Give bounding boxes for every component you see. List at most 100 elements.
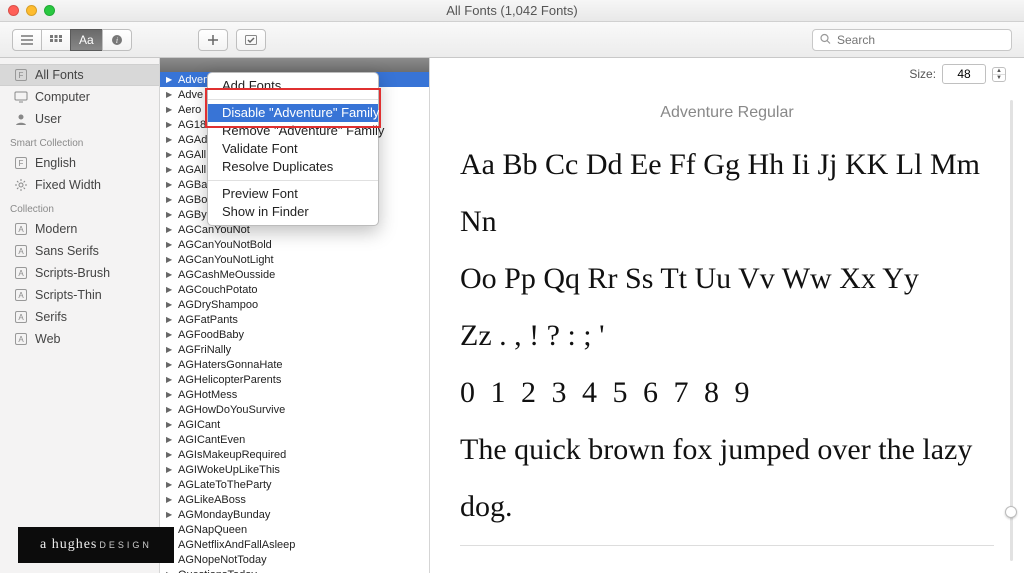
size-stepper[interactable]: ▲ ▼ (992, 67, 1006, 82)
slider-thumb[interactable] (1005, 506, 1017, 518)
menu-item-show-in-finder[interactable]: Show in Finder (208, 203, 378, 221)
menu-item-add-fonts[interactable]: Add Fonts... (208, 77, 378, 95)
sidebar-item-scripts-brush[interactable]: AScripts-Brush (0, 262, 159, 284)
disclosure-icon: ▶ (166, 510, 172, 519)
search-icon (820, 32, 831, 47)
font-row[interactable]: ▶AGNapQueen (160, 522, 429, 537)
plus-icon (208, 35, 218, 45)
add-button[interactable] (198, 29, 228, 51)
context-menu: Add Fonts...Disable "Adventure" FamilyRe… (207, 72, 379, 226)
view-sample-button[interactable]: Aa (70, 29, 103, 51)
font-row[interactable]: ▶AGFriNally (160, 342, 429, 357)
font-row[interactable]: ▶ AGLateToTheParty (160, 477, 429, 492)
font-row[interactable]: ▶ AGFoodBaby (160, 327, 429, 342)
sidebar-item-scripts-thin[interactable]: AScripts-Thin (0, 284, 159, 306)
font-name: AGHowDoYouSurvive (178, 404, 285, 416)
search-input[interactable] (812, 29, 1012, 51)
font-name: AGICantEven (178, 434, 245, 446)
font-row[interactable]: ▶ AGDryShampoo (160, 297, 429, 312)
sample-digits: 0 1 2 3 4 5 6 7 8 9 (460, 364, 994, 421)
font-row[interactable]: ▶AGCanYouNotLight (160, 252, 429, 267)
font-row[interactable]: ▶AGICant (160, 417, 429, 432)
font-row[interactable]: ▶AGICantEven (160, 432, 429, 447)
disclosure-icon: ▶ (166, 180, 172, 189)
checkmark-icon (245, 35, 257, 45)
disclosure-icon: ▶ (166, 345, 172, 354)
disclosure-icon: ▶ (166, 330, 172, 339)
view-mode-segment: Aa i (12, 29, 132, 51)
view-grid-button[interactable] (41, 29, 71, 51)
font-row[interactable]: ▶AGFatPants (160, 312, 429, 327)
sidebar-item-user[interactable]: User (0, 108, 159, 130)
sidebar-section-smart: Smart Collection (0, 130, 159, 152)
font-row[interactable]: ▶QuestionsToday (160, 567, 429, 573)
disclosure-icon: ▶ (166, 495, 172, 504)
menu-item-resolve-duplicates[interactable]: Resolve Duplicates (208, 158, 378, 176)
disclosure-icon: ▶ (166, 240, 172, 249)
F-icon: F (14, 156, 28, 170)
font-name: QuestionsToday (178, 569, 257, 573)
font-row[interactable]: ▶AGCouchPotato (160, 282, 429, 297)
size-input[interactable] (942, 64, 986, 84)
size-slider[interactable] (1004, 100, 1018, 561)
sample-alpha-3: Zz . , ! ? : ; ' (460, 307, 994, 364)
menu-item-preview-font[interactable]: Preview Font (208, 185, 378, 203)
font-row[interactable]: ▶AGCanYouNotBold (160, 237, 429, 252)
font-name: AGHelicopterParents (178, 374, 281, 386)
disclosure-icon: ▶ (166, 135, 172, 144)
sample-pangram: The quick brown fox jumped over the lazy… (460, 421, 994, 535)
watermark: a hughesDESIGN (18, 527, 174, 563)
menu-item-remove-adventure-family[interactable]: Remove "Adventure" Family (208, 122, 378, 140)
disclosure-icon: ▶ (166, 300, 172, 309)
font-row[interactable]: ▶AGNopeNotToday (160, 552, 429, 567)
font-row[interactable]: ▶AGNetflixAndFallAsleep (160, 537, 429, 552)
disclosure-icon: ▶ (166, 420, 172, 429)
sidebar-item-sans-serifs[interactable]: ASans Serifs (0, 240, 159, 262)
F-icon: F (14, 68, 28, 82)
menu-item-validate-font[interactable]: Validate Font (208, 140, 378, 158)
font-name: AGBa (178, 179, 207, 191)
sidebar-item-computer[interactable]: Computer (0, 86, 159, 108)
font-row[interactable]: ▶ AGMondayBunday (160, 507, 429, 522)
font-row[interactable]: ▶ AGHelicopterParents (160, 372, 429, 387)
font-name: AGIWokeUpLikeThis (178, 464, 280, 476)
info-icon: i (111, 34, 123, 46)
font-name: AGAll (178, 149, 206, 161)
preview-divider (460, 545, 994, 546)
sidebar-item-all-fonts[interactable]: FAll Fonts (0, 64, 159, 86)
sidebar-item-english[interactable]: FEnglish (0, 152, 159, 174)
view-info-button[interactable]: i (102, 29, 132, 51)
font-name: AGDryShampoo (178, 299, 258, 311)
font-row[interactable]: ▶AGIsMakeupRequired (160, 447, 429, 462)
validate-button[interactable] (236, 29, 266, 51)
font-name: AGAd (178, 134, 207, 146)
sidebar-item-serifs[interactable]: ASerifs (0, 306, 159, 328)
sidebar-item-web[interactable]: AWeb (0, 328, 159, 350)
menu-item-disable-adventure-family[interactable]: Disable "Adventure" Family (208, 104, 378, 122)
disclosure-icon: ▶ (166, 375, 172, 384)
disclosure-icon: ▶ (166, 390, 172, 399)
font-row[interactable]: ▶ AGHotMess (160, 387, 429, 402)
font-row[interactable]: ▶AGIWokeUpLikeThis (160, 462, 429, 477)
A-icon: A (14, 288, 28, 302)
font-row[interactable]: ▶AGCashMeOusside (160, 267, 429, 282)
disclosure-icon: ▶ (166, 480, 172, 489)
sidebar-item-label: Modern (35, 222, 77, 236)
gear-icon (14, 178, 28, 192)
A-icon: A (14, 222, 28, 236)
view-list-button[interactable] (12, 29, 42, 51)
font-row[interactable]: ▶AGHatersGonnaHate (160, 357, 429, 372)
sidebar-item-fixed-width[interactable]: Fixed Width (0, 174, 159, 196)
font-name: AGHotMess (178, 389, 237, 401)
font-row[interactable]: ▶AGLikeABoss (160, 492, 429, 507)
disclosure-icon: ▶ (166, 270, 172, 279)
preview-font-title: Adventure Regular (460, 104, 994, 122)
font-name: AGLateToTheParty (178, 479, 272, 491)
A-icon: A (14, 266, 28, 280)
font-row[interactable]: ▶AGHowDoYouSurvive (160, 402, 429, 417)
disclosure-icon: ▶ (166, 210, 172, 219)
font-name: AGFoodBaby (178, 329, 244, 341)
size-label: Size: (909, 67, 936, 81)
font-name: AGMondayBunday (178, 509, 270, 521)
sidebar-item-modern[interactable]: A Modern (0, 218, 159, 240)
